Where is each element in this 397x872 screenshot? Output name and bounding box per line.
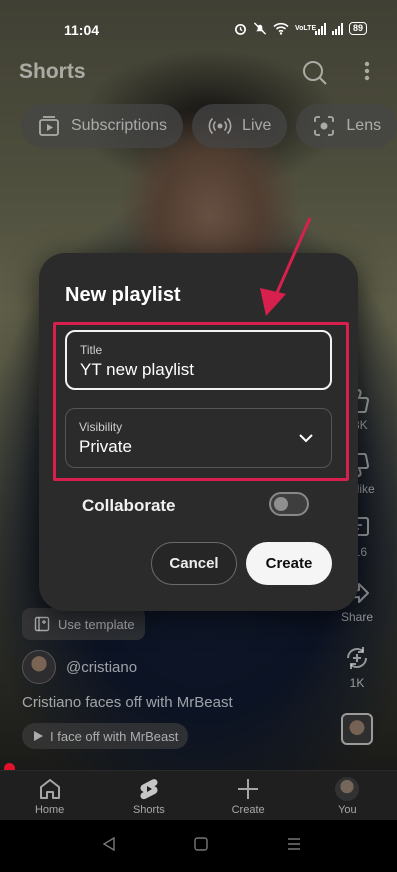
- network-label: VoLTE: [294, 25, 317, 32]
- create-button[interactable]: Create: [246, 542, 332, 585]
- sound-chip[interactable]: I face off with MrBeast: [22, 723, 189, 749]
- share-label: Share: [340, 610, 374, 624]
- back-icon[interactable]: [101, 836, 117, 852]
- nav-shorts[interactable]: Shorts: [99, 771, 198, 820]
- sound-label: I face off with MrBeast: [50, 728, 179, 744]
- play-icon: [34, 731, 43, 741]
- avatar: [335, 777, 360, 801]
- home-icon: [39, 779, 60, 799]
- chip-label: Live: [242, 117, 272, 134]
- annotation-highlight-box: [53, 322, 349, 481]
- annotation-arrow-icon: [260, 217, 312, 316]
- nav-home[interactable]: Home: [0, 771, 99, 820]
- plus-icon: [238, 779, 259, 799]
- page-title: Shorts: [19, 60, 86, 83]
- filter-chips: Subscriptions Live Lens: [21, 104, 397, 148]
- wifi-icon: [273, 22, 289, 35]
- template-icon: [34, 616, 50, 632]
- cancel-button[interactable]: Cancel: [151, 542, 237, 585]
- use-template-label: Use template: [58, 616, 135, 632]
- nav-create[interactable]: Create: [199, 771, 298, 820]
- remix-count: 1K: [349, 676, 365, 690]
- sound-thumbnail[interactable]: [341, 713, 373, 745]
- battery-indicator: 89: [348, 22, 367, 35]
- shorts-icon: [140, 779, 158, 800]
- signal-icon: [314, 22, 326, 35]
- toggle-knob: [274, 497, 288, 511]
- chip-live[interactable]: Live: [192, 104, 288, 148]
- avatar[interactable]: [22, 650, 56, 684]
- status-time: 11:04: [64, 22, 100, 38]
- subscriptions-icon: [39, 116, 59, 136]
- live-icon: [208, 117, 232, 135]
- status-bar: 11:04 VoLTE 89: [0, 0, 397, 62]
- chip-lens[interactable]: Lens: [296, 104, 397, 148]
- video-caption[interactable]: Cristiano faces off with MrBeast: [22, 694, 233, 711]
- system-navigation-bar: [0, 820, 397, 872]
- collaborate-toggle[interactable]: [269, 492, 309, 516]
- alarm-icon: [235, 23, 246, 35]
- nav-label: Create: [231, 804, 265, 816]
- chip-subscriptions[interactable]: Subscriptions: [21, 104, 184, 148]
- channel-row[interactable]: @cristiano: [22, 650, 137, 684]
- nav-label: Home: [34, 804, 65, 816]
- chip-label: Lens: [346, 117, 382, 134]
- dialog-title: New playlist: [65, 284, 181, 306]
- remix-button[interactable]: 1K: [335, 644, 379, 690]
- bottom-nav: Home Shorts Create You: [0, 770, 397, 820]
- search-icon[interactable]: [300, 58, 330, 88]
- nav-label: You: [338, 804, 357, 816]
- chip-label: Subscriptions: [71, 117, 168, 134]
- nav-label: Shorts: [132, 804, 165, 816]
- mute-icon: [253, 22, 267, 35]
- nav-you[interactable]: You: [298, 771, 397, 820]
- more-vert-icon[interactable]: [352, 58, 382, 88]
- signal-icon-2: [331, 22, 343, 35]
- channel-handle[interactable]: @cristiano: [66, 659, 137, 676]
- home-square-icon[interactable]: [193, 836, 209, 852]
- use-template-button[interactable]: Use template: [22, 608, 145, 640]
- recents-icon[interactable]: [286, 836, 302, 852]
- lens-icon: [314, 116, 335, 136]
- collaborate-label: Collaborate: [82, 496, 176, 515]
- status-icons: VoLTE 89: [234, 22, 367, 35]
- remix-icon: [347, 647, 367, 669]
